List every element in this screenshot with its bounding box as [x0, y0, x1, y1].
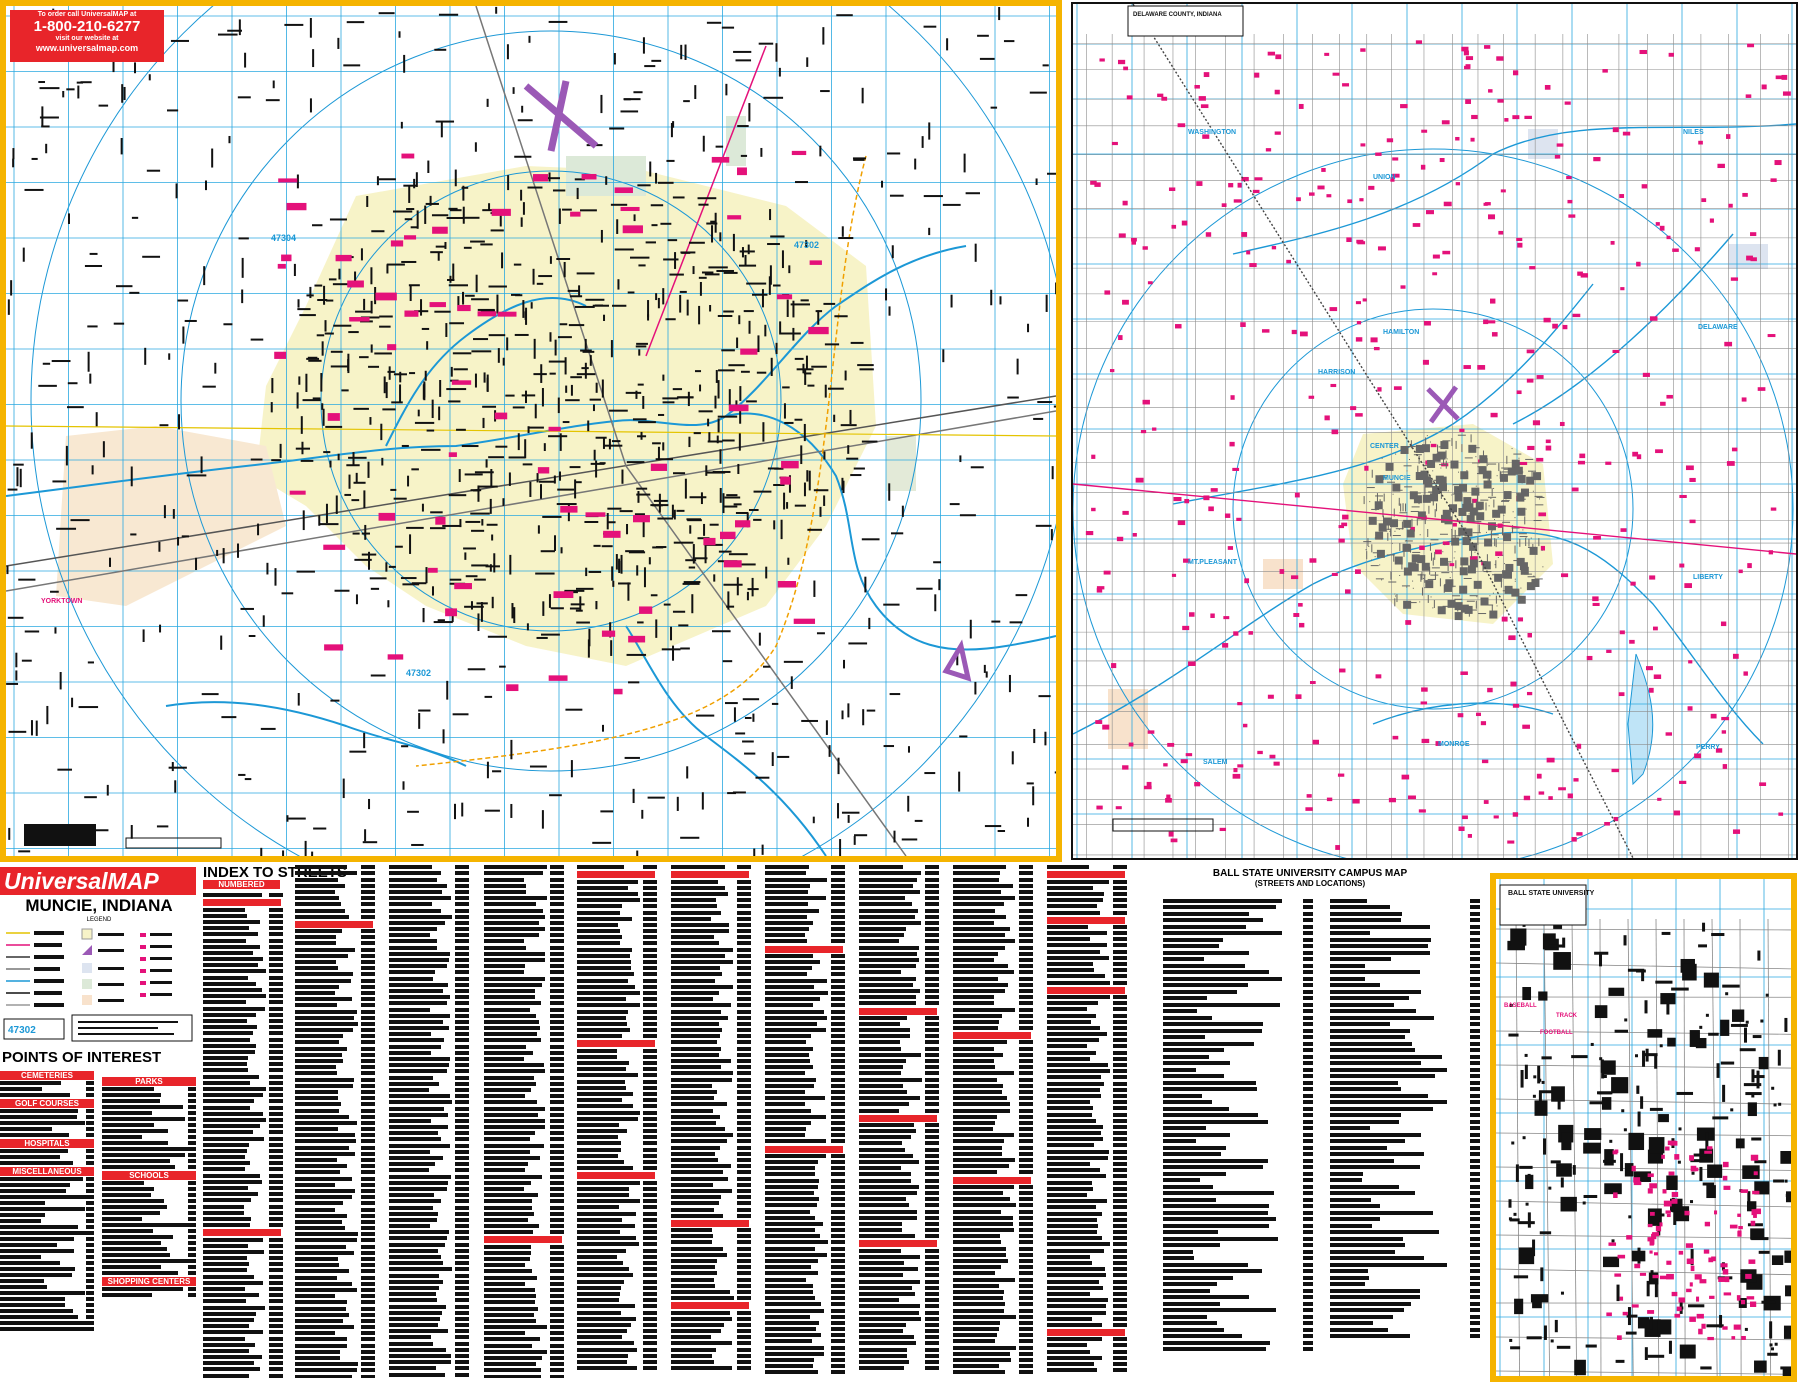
airport-icon [523, 80, 599, 152]
order-url[interactable]: www.universalmap.com [10, 43, 164, 54]
township-label: NILES [1683, 129, 1704, 136]
list-entries [0, 1177, 94, 1332]
township-label: DELAWARE [1698, 324, 1738, 331]
campus-title: BALL STATE UNIVERSITY CAMPUS MAP [1212, 868, 1408, 879]
campus-list-title: BALL STATE UNIVERSITY CAMPUS MAP (STREET… [1160, 868, 1460, 888]
order-line-3: visit our website at [55, 35, 119, 42]
poi-category: PARKS [102, 1077, 196, 1086]
campus-inset-map[interactable]: BALL STATE UNIVERSITY BASEBALL TRACK FOO… [1490, 873, 1797, 1382]
county-scale [1112, 818, 1214, 832]
campus-inset-title: BALL STATE UNIVERSITY [1508, 890, 1595, 897]
brand-banner: UniversalMAP [0, 867, 196, 895]
list-entries [0, 1081, 94, 1098]
county-rivers [1073, 123, 1796, 745]
zip-label: 47302 [794, 240, 819, 250]
poi-category: SHOPPING CENTERS [102, 1277, 196, 1286]
township-label: MONROE [1438, 741, 1470, 748]
township-label: HARRISON [1318, 369, 1355, 376]
township-label: LIBERTY [1693, 574, 1723, 581]
index-column [203, 892, 283, 1378]
list-entries [0, 1109, 94, 1138]
scale-bar [125, 837, 222, 849]
campus-buildings [1507, 919, 1791, 1376]
list-entries [102, 1181, 196, 1276]
order-phone[interactable]: 1-800-210-6277 [10, 19, 164, 35]
list-entries [102, 1287, 196, 1298]
city-title: MUNCIE, INDIANA [25, 896, 173, 915]
poi-category: MISCELLANEOUS [0, 1167, 94, 1176]
list-entries [0, 1149, 94, 1166]
poi-right-column: PARKS SCHOOLS SHOPPING CENTERS [102, 1077, 196, 1299]
campus-list-left [1163, 896, 1313, 1354]
legend-panel: UniversalMAP MUNCIE, INDIANA LEGEND 4730… [0, 867, 198, 1045]
poi-title: POINTS OF INTEREST [2, 1049, 162, 1066]
zip-label: 47302 [406, 668, 431, 678]
index-column [295, 864, 375, 1378]
main-city-map[interactable]: 47304 47302 47302 YORKTOWN To order call… [0, 0, 1062, 862]
brand-name: UniversalMAP [4, 868, 159, 894]
township-label: UNION [1373, 174, 1396, 181]
numbered-streets-bar: NUMBERED STREETS [203, 880, 280, 898]
list-entries [102, 1087, 196, 1170]
township-label: SALEM [1203, 759, 1228, 766]
township-label: MUNCIE [1383, 475, 1411, 482]
poi-left-column: CEMETERIES GOLF COURSES HOSPITALS MISCEL… [0, 1071, 94, 1333]
main-map-canvas[interactable]: 47304 47302 47302 YORKTOWN [6, 6, 1056, 856]
county-map-canvas[interactable]: WASHINGTON NILES UNION HAMILTON HARRISON DELA… [1073, 4, 1796, 858]
index-column [577, 864, 657, 1378]
county-title-box [1127, 5, 1244, 37]
poi-category: SCHOOLS [102, 1171, 196, 1180]
index-column [859, 864, 939, 1378]
township-label: MT.PLEASANT [1188, 559, 1238, 566]
poi-category: GOLF COURSES [0, 1099, 94, 1108]
airport-icon [1426, 385, 1460, 424]
index-column [671, 864, 751, 1378]
campus-label: FOOTBALL [1540, 1030, 1573, 1036]
county-title: DELAWARE COUNTY, INDIANA [1133, 12, 1222, 18]
index-column [953, 864, 1033, 1378]
campus-subtitle: (STREETS AND LOCATIONS) [1254, 879, 1366, 888]
township-label: PERRY [1696, 744, 1720, 751]
index-column [765, 864, 845, 1378]
index-column [484, 864, 564, 1378]
campus-list-right [1330, 896, 1480, 1341]
campus-label: BASEBALL [1504, 1003, 1537, 1009]
legend-symbols: 47302 [3, 928, 193, 1042]
index-column [1047, 864, 1127, 1378]
index-column [389, 864, 469, 1378]
township-label: WASHINGTON [1188, 129, 1236, 136]
township-label: HAMILTON [1383, 329, 1419, 336]
county-map[interactable]: WASHINGTON NILES UNION HAMILTON HARRISON DELA… [1071, 2, 1798, 860]
township-label: CENTER [1370, 443, 1399, 450]
copyright-block [24, 824, 96, 846]
zip-label: 47304 [271, 233, 296, 243]
town-label: YORKTOWN [41, 598, 82, 605]
points-of-interest: POINTS OF INTEREST CEMETERIES GOLF COURS… [0, 1049, 198, 1381]
zip-sample: 47302 [8, 1025, 36, 1036]
order-info-box[interactable]: To order call UniversalMAP at 1-800-210-… [10, 10, 164, 62]
campus-map-canvas[interactable]: BALL STATE UNIVERSITY BASEBALL TRACK FOO… [1496, 879, 1791, 1376]
campus-label: TRACK [1556, 1013, 1578, 1019]
poi-category: HOSPITALS [0, 1139, 94, 1148]
poi-category: CEMETERIES [0, 1071, 94, 1080]
